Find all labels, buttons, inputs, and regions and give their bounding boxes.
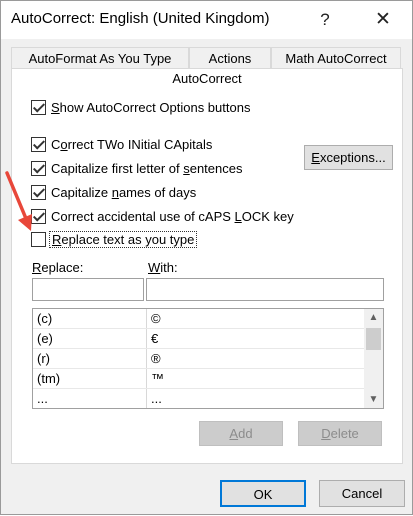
two-initials-checkbox[interactable]: [31, 137, 46, 152]
delete-button[interactable]: Delete: [298, 421, 382, 446]
add-button[interactable]: Add: [199, 421, 283, 446]
tab-math-autocorrect[interactable]: Math AutoCorrect: [271, 47, 401, 70]
chevron-up-icon[interactable]: ▲: [364, 309, 383, 326]
list-item[interactable]: (e) €: [33, 329, 364, 349]
list-item[interactable]: (tm) ™: [33, 369, 364, 389]
close-icon[interactable]: ✕: [368, 7, 398, 33]
list-item[interactable]: ... ...: [33, 389, 364, 408]
title-bar: AutoCorrect: English (United Kingdom) ? …: [1, 1, 412, 39]
list-item-replace: (tm): [37, 371, 61, 386]
list-item-replace: ...: [37, 391, 48, 406]
list-item[interactable]: (c) ©: [33, 309, 364, 329]
chevron-down-icon[interactable]: ▼: [364, 391, 383, 408]
with-field-label: With:: [148, 260, 178, 275]
show-buttons-label: Show AutoCorrect Options buttons: [51, 100, 251, 115]
ok-button[interactable]: OK: [220, 480, 306, 507]
help-icon[interactable]: ?: [310, 7, 340, 33]
first-letter-label: Capitalize first letter of sentences: [51, 161, 243, 176]
autocorrect-dialog: AutoCorrect: English (United Kingdom) ? …: [0, 0, 413, 515]
tab-autocorrect[interactable]: AutoCorrect: [11, 68, 403, 90]
tab-actions[interactable]: Actions: [189, 47, 271, 70]
replacement-list[interactable]: (c) © (e) € (r) ® (tm) ™ ... ... ▲ ▼: [32, 308, 384, 409]
window-title: AutoCorrect: English (United Kingdom): [11, 10, 270, 27]
list-item[interactable]: (r) ®: [33, 349, 364, 369]
names-days-checkbox[interactable]: [31, 185, 46, 200]
first-letter-checkbox[interactable]: [31, 161, 46, 176]
two-initials-label: Correct TWo INitial CApitals: [51, 137, 213, 152]
list-item-with: ™: [151, 371, 164, 386]
caps-lock-checkbox[interactable]: [31, 209, 46, 224]
list-item-with: ...: [151, 391, 162, 406]
list-item-with: €: [151, 331, 159, 346]
cancel-button[interactable]: Cancel: [319, 480, 405, 507]
tab-autoformat-as-you-type[interactable]: AutoFormat As You Type: [11, 47, 189, 70]
list-item-with: ©: [151, 311, 161, 326]
list-item-replace: (e): [37, 331, 53, 346]
caps-lock-label: Correct accidental use of cAPS LOCK key: [51, 209, 294, 224]
list-item-replace: (r): [37, 351, 50, 366]
replace-text-checkbox[interactable]: [31, 232, 46, 247]
replace-field-label: Replace:: [32, 260, 84, 275]
list-item-replace: (c): [37, 311, 53, 326]
names-days-label: Capitalize names of days: [51, 185, 197, 200]
scroll-thumb[interactable]: [366, 328, 381, 350]
list-scrollbar[interactable]: ▲ ▼: [364, 309, 383, 408]
replace-text-label: Replace text as you type: [49, 231, 198, 248]
list-item-with: ®: [151, 351, 161, 366]
exceptions-button[interactable]: Exceptions...: [304, 145, 393, 170]
replace-input[interactable]: [32, 278, 144, 301]
show-buttons-checkbox[interactable]: [31, 100, 46, 115]
with-input[interactable]: [146, 278, 384, 301]
